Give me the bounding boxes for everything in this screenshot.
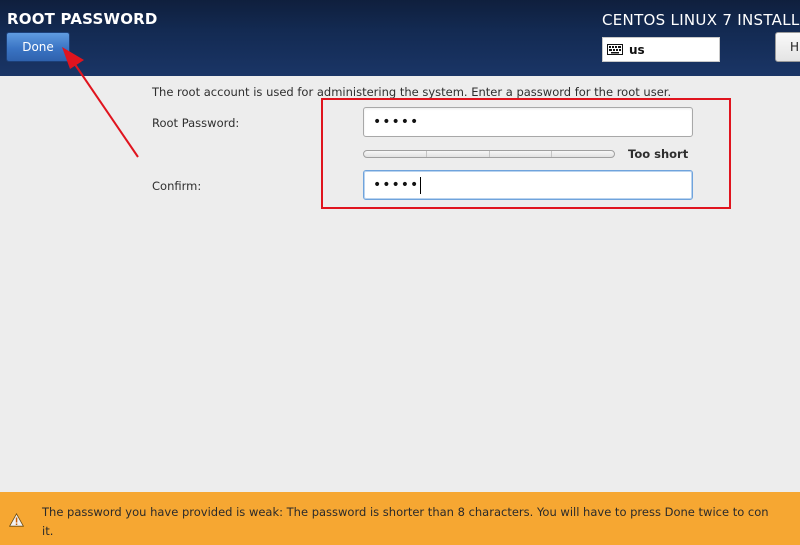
help-button[interactable]: H	[775, 32, 800, 62]
page-title: ROOT PASSWORD	[7, 10, 158, 28]
header-bar: ROOT PASSWORD Done CENTOS LINUX 7 INSTAL…	[0, 0, 800, 76]
intro-text: The root account is used for administeri…	[152, 85, 672, 99]
keyboard-layout-label: us	[629, 42, 645, 57]
keyboard-icon	[607, 44, 623, 55]
annotation-highlight-box	[321, 98, 731, 209]
installer-window: ROOT PASSWORD Done CENTOS LINUX 7 INSTAL…	[0, 0, 800, 545]
warning-text-line2: it.	[42, 524, 54, 538]
warning-text-line1: The password you have provided is weak: …	[42, 505, 769, 519]
warning-message: The password you have provided is weak: …	[42, 503, 800, 541]
confirm-label: Confirm:	[152, 179, 202, 193]
product-title: CENTOS LINUX 7 INSTALLA	[602, 11, 800, 29]
done-button[interactable]: Done	[6, 32, 70, 62]
annotation-arrow	[62, 47, 139, 158]
root-password-label: Root Password:	[152, 116, 240, 130]
keyboard-layout-indicator[interactable]: us	[602, 37, 720, 62]
warning-icon	[9, 513, 24, 527]
